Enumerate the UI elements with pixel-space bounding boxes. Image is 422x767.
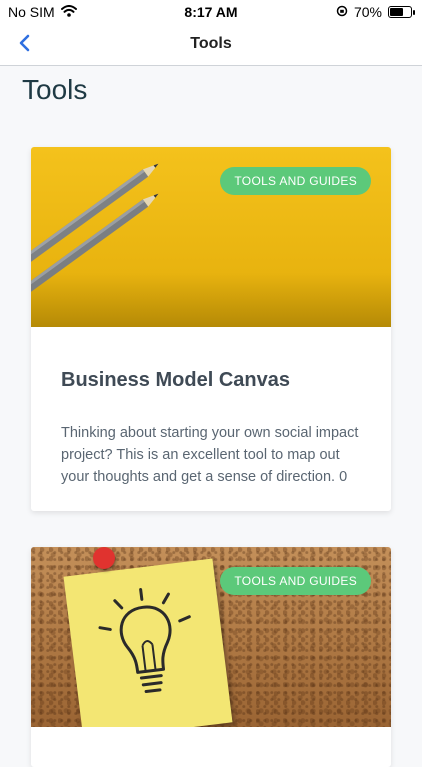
- card-body: Business Model Canvas Thinking about sta…: [31, 327, 391, 488]
- orientation-lock-icon: [336, 4, 348, 20]
- card-image-lightbulb-note: TOOLS AND GUIDES: [31, 547, 391, 727]
- category-tag: TOOLS AND GUIDES: [220, 167, 371, 195]
- lightbulb-icon: [98, 587, 191, 694]
- page-title: Tools: [22, 74, 88, 105]
- battery-icon: [388, 6, 415, 18]
- status-bar: No SIM 8:17 AM 70%: [0, 0, 422, 24]
- tool-card[interactable]: TOOLS AND GUIDES: [31, 547, 391, 767]
- tool-card[interactable]: TOOLS AND GUIDES Business Model Canvas T…: [31, 147, 391, 511]
- push-pin-icon: [93, 547, 115, 569]
- sticky-note: [63, 558, 233, 727]
- card-description: Thinking about starting your own social …: [61, 425, 359, 485]
- nav-title: Tools: [190, 35, 232, 52]
- card-title: Business Model Canvas: [61, 369, 290, 391]
- navigation-bar: Tools: [0, 24, 422, 66]
- status-right: 70%: [336, 4, 415, 20]
- card-image-pencils: TOOLS AND GUIDES: [31, 147, 391, 327]
- battery-percent: 70%: [353, 4, 382, 20]
- battery-fill: [390, 8, 404, 16]
- category-tag: TOOLS AND GUIDES: [220, 567, 371, 595]
